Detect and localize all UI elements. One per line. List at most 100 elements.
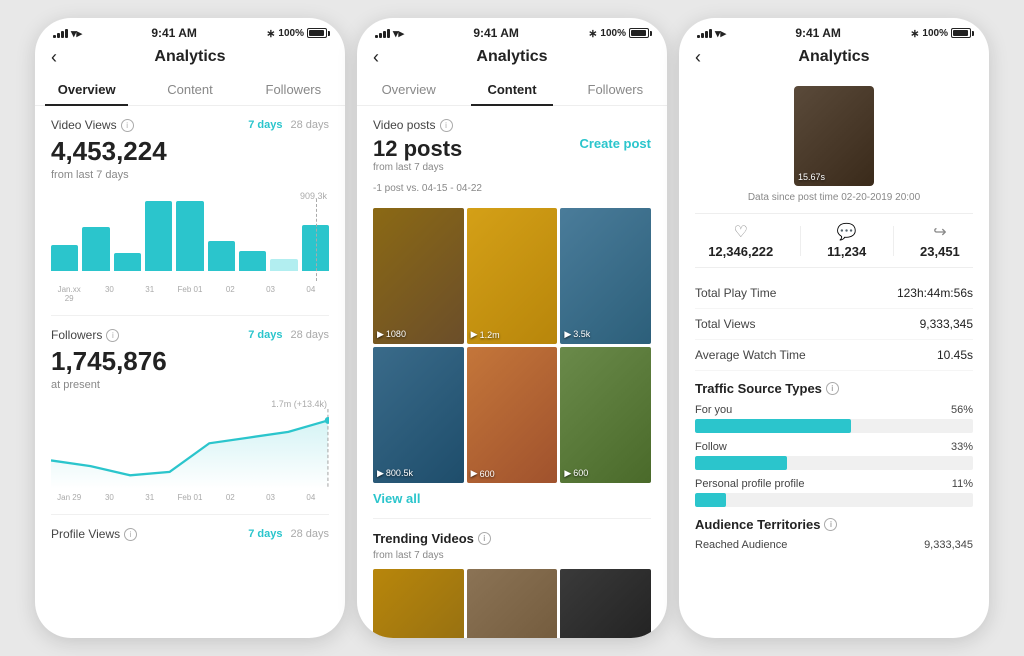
trending-thumb-1[interactable] <box>373 569 464 638</box>
fxlabel-7: 04 <box>293 493 329 502</box>
video-thumb-1[interactable]: ▶ 1080 <box>373 208 464 344</box>
video-thumb-6[interactable]: ▶ 600 <box>560 347 651 483</box>
create-post-button[interactable]: Create post <box>579 136 651 151</box>
traffic-row-follow: Follow 33% <box>695 441 973 470</box>
bar-7 <box>239 251 266 271</box>
followers-label: Followers i 7 days 28 days <box>51 328 329 342</box>
video-thumb-3[interactable]: ▶ 3.5k <box>560 208 651 344</box>
audience-title: Audience Territories i <box>695 517 973 532</box>
traffic-label-foryou: For you <box>695 404 732 416</box>
x-labels-vv: Jan.xx29 30 31 Feb 01 02 03 04 <box>51 285 329 303</box>
28days-btn-f[interactable]: 28 days <box>290 329 329 341</box>
followers-chart: 1.7m (+13.4k) <box>51 399 329 489</box>
video-thumb-2[interactable]: ▶ 1.2m <box>467 208 558 344</box>
tab-followers-2[interactable]: Followers <box>564 74 667 105</box>
post-duration: 15.67s <box>798 172 825 182</box>
video-views-1: ▶ 1080 <box>377 329 406 340</box>
7days-btn-vv[interactable]: 7 days <box>248 119 282 131</box>
info-icon-audience[interactable]: i <box>824 518 837 531</box>
info-icon-vp[interactable]: i <box>440 119 453 132</box>
bluetooth-icon-3: ∗ <box>910 27 919 40</box>
audience-section: Audience Territories i Reached Audience … <box>695 517 973 554</box>
detail-value-watchtime: 10.45s <box>937 348 973 362</box>
audience-reached-row: Reached Audience 9,333,345 <box>695 536 973 554</box>
trending-grid <box>373 569 651 638</box>
header-2: ‹ Analytics <box>357 44 667 74</box>
status-bar-1: ▾▸ 9:41 AM ∗ 100% <box>35 18 345 44</box>
status-right-1: ∗ 100% <box>266 27 327 40</box>
status-bar-3: ▾▸ 9:41 AM ∗ 100% <box>679 18 989 44</box>
followers-section: Followers i 7 days 28 days 1,745,876 at … <box>51 328 329 502</box>
back-button-2[interactable]: ‹ <box>373 47 379 68</box>
likes-count: 12,346,222 <box>708 244 773 259</box>
tab-overview-2[interactable]: Overview <box>357 74 460 105</box>
traffic-label-personal: Personal profile profile <box>695 478 804 490</box>
tab-followers-1[interactable]: Followers <box>242 74 345 105</box>
battery-pct-1: 100% <box>278 28 304 39</box>
video-views-text: Video Views <box>51 118 117 132</box>
profile-views-label: Profile Views i 7 days 28 days <box>51 527 329 541</box>
info-icon-traffic[interactable]: i <box>826 382 839 395</box>
content-post: 15.67s Data since post time 02-20-2019 2… <box>679 74 989 638</box>
7days-btn-f[interactable]: 7 days <box>248 329 282 341</box>
stat-likes: ♡ 12,346,222 <box>708 222 773 259</box>
wifi-icon-2: ▾▸ <box>393 27 404 40</box>
tab-overview-1[interactable]: Overview <box>35 74 138 105</box>
detail-label-playtime: Total Play Time <box>695 286 776 300</box>
info-icon-vv[interactable]: i <box>121 119 134 132</box>
7days-btn-pv[interactable]: 7 days <box>248 528 282 540</box>
video-thumb-5[interactable]: ▶ 600 <box>467 347 558 483</box>
shares-count: 23,451 <box>920 244 960 259</box>
post-thumbnail[interactable]: 15.67s <box>794 86 874 186</box>
battery-icon-3 <box>951 28 971 38</box>
battery-icon-1 <box>307 28 327 38</box>
xlabel-2: 30 <box>91 285 127 303</box>
fxlabel-2: 30 <box>91 493 127 502</box>
share-icon: ↪ <box>920 222 960 242</box>
28days-btn-vv[interactable]: 28 days <box>290 119 329 131</box>
bar-5 <box>176 201 203 271</box>
trending-thumb-2[interactable] <box>467 569 558 638</box>
fxlabel-1: Jan 29 <box>51 493 87 502</box>
phone-content: ▾▸ 9:41 AM ∗ 100% ‹ Analytics Overview C… <box>357 18 667 638</box>
posts-sub1: from last 7 days <box>373 162 482 173</box>
video-views-4: ▶ 800.5k <box>377 468 413 479</box>
stat-divider-2 <box>893 226 894 256</box>
posts-count-block: 12 posts from last 7 days -1 post vs. 04… <box>373 136 482 204</box>
status-right-3: ∗ 100% <box>910 27 971 40</box>
page-title-2: Analytics <box>476 48 547 66</box>
posts-header: 12 posts from last 7 days -1 post vs. 04… <box>373 136 651 204</box>
video-views-chart: 909.3k <box>51 191 329 281</box>
info-icon-pv[interactable]: i <box>124 528 137 541</box>
detail-label-watchtime: Average Watch Time <box>695 348 806 362</box>
video-views-5: ▶ 600 <box>471 468 495 479</box>
back-button-3[interactable]: ‹ <box>695 47 701 68</box>
tab-content-2[interactable]: Content <box>460 74 563 105</box>
days-selector-f: 7 days 28 days <box>248 329 329 341</box>
trending-thumb-3[interactable] <box>560 569 651 638</box>
play-icon-3: ▶ <box>564 329 571 340</box>
info-icon-tv[interactable]: i <box>478 532 491 545</box>
traffic-bar-bg-follow <box>695 456 973 470</box>
status-bar-2: ▾▸ 9:41 AM ∗ 100% <box>357 18 667 44</box>
info-icon-f[interactable]: i <box>106 329 119 342</box>
audience-title-text: Audience Territories <box>695 517 820 532</box>
views-count-3: 3.5k <box>573 329 590 339</box>
view-all-link[interactable]: View all <box>373 491 651 506</box>
back-button-1[interactable]: ‹ <box>51 47 57 68</box>
tab-content-1[interactable]: Content <box>138 74 241 105</box>
video-views-2: ▶ 1.2m <box>471 329 500 340</box>
trending-text: Trending Videos <box>373 531 474 546</box>
traffic-bar-fill-follow <box>695 456 787 470</box>
status-right-2: ∗ 100% <box>588 27 649 40</box>
line-chart-svg <box>51 409 329 489</box>
detail-value-views: 9,333,345 <box>920 317 973 331</box>
line-chart-label: 1.7m (+13.4k) <box>271 399 327 409</box>
video-thumb-4[interactable]: ▶ 800.5k <box>373 347 464 483</box>
video-views-number: 4,453,224 <box>51 136 329 167</box>
detail-row-watchtime: Average Watch Time 10.45s <box>695 340 973 371</box>
detail-row-views: Total Views 9,333,345 <box>695 309 973 340</box>
posts-count: 12 posts <box>373 136 482 162</box>
play-icon-4: ▶ <box>377 468 384 479</box>
28days-btn-pv[interactable]: 28 days <box>290 528 329 540</box>
